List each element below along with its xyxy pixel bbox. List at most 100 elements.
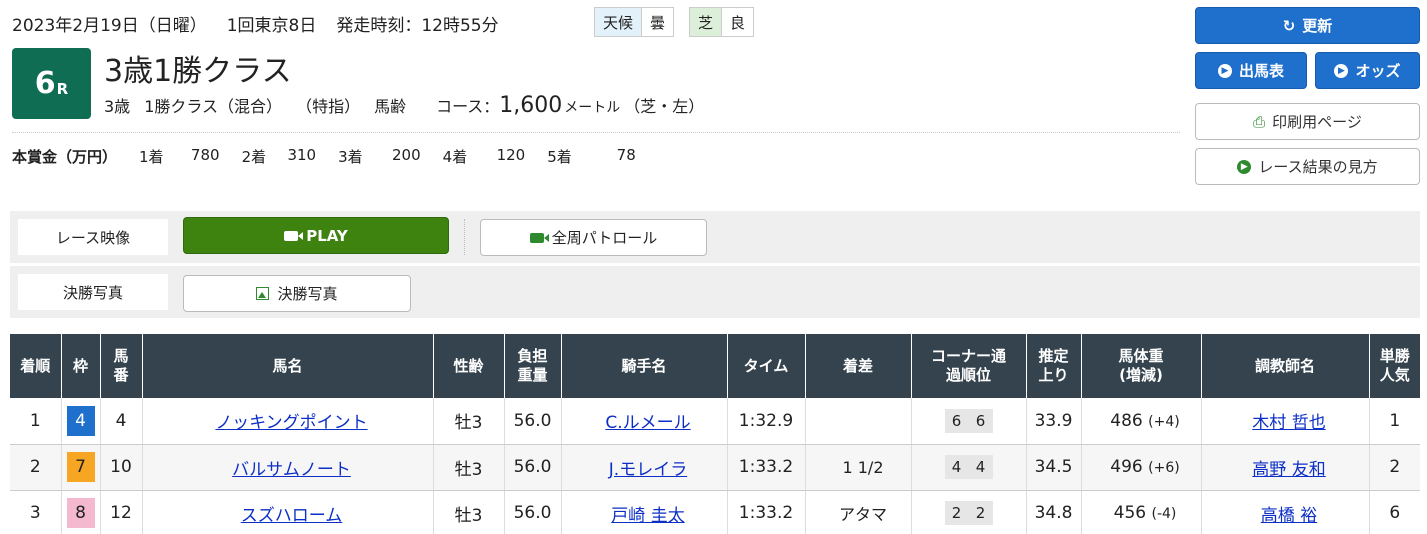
place-cell: 3 xyxy=(10,490,62,534)
corner-cell: 44 xyxy=(911,444,1027,491)
patrol-label: 全周パトロール xyxy=(551,229,658,247)
race-video-label: レース映像 xyxy=(18,219,168,255)
prize-place: 2着 xyxy=(241,148,267,166)
finish-photo-button[interactable]: 決勝写真 xyxy=(183,275,411,312)
prize-place: 1着 xyxy=(139,148,164,166)
header-divider xyxy=(12,132,1180,133)
popularity-cell: 2 xyxy=(1369,444,1420,491)
popularity-cell: 6 xyxy=(1369,490,1420,534)
col-header-popularity: 単勝人気 xyxy=(1369,334,1420,398)
corner-position: 4 xyxy=(975,458,986,476)
body-weight: 456 xyxy=(1113,503,1147,523)
print-page-button[interactable]: ⎙ 印刷用ページ xyxy=(1195,103,1420,140)
time-cell: 1:33.2 xyxy=(727,444,806,491)
entries-label: 出馬表 xyxy=(1238,62,1284,80)
prize-place: 3着 xyxy=(338,148,363,166)
waku-badge: 8 xyxy=(66,498,95,528)
jockey-cell: C.ルメール xyxy=(561,398,728,445)
horse-name-link[interactable]: スズハローム xyxy=(241,506,343,526)
waku-cell: 4 xyxy=(61,398,101,445)
corner-positions: 66 xyxy=(944,408,993,433)
waku-cell: 8 xyxy=(61,490,101,534)
horse-number-cell: 10 xyxy=(100,444,143,491)
horse-number-cell: 4 xyxy=(100,398,143,445)
col-header-last3f: 推定上り xyxy=(1026,334,1082,398)
col-header-jockey: 騎手名 xyxy=(561,334,728,398)
time-cell: 1:33.2 xyxy=(727,490,806,534)
track-label: 芝 xyxy=(690,8,722,36)
race-age: 3歳 xyxy=(104,97,131,116)
horse-name-cell: バルサムノート xyxy=(142,444,434,491)
body-weight: 486 xyxy=(1110,410,1143,431)
trainer-cell: 高野 友和 xyxy=(1201,444,1370,491)
print-label: 印刷用ページ xyxy=(1272,113,1362,131)
race-number: 6 xyxy=(34,66,56,101)
race-conditions: 3歳 1勝クラス（混合） （特指） 馬齢 コース： 1,600 メートル （芝・… xyxy=(104,93,718,118)
horse-name-link[interactable]: ノッキングポイント xyxy=(215,413,367,433)
odds-button[interactable]: ▶ オッズ xyxy=(1315,52,1420,89)
weight-cell: 56.0 xyxy=(504,490,562,534)
waku-badge: 4 xyxy=(66,405,95,436)
horse-number-cell: 12 xyxy=(100,490,143,534)
patrol-video-button[interactable]: 全周パトロール xyxy=(480,219,707,256)
sex-age-cell: 牡3 xyxy=(433,444,505,491)
jockey-link[interactable]: J.モレイラ xyxy=(609,460,687,480)
last3f-cell: 33.9 xyxy=(1026,398,1082,445)
horse-name-cell: ノッキングポイント xyxy=(142,398,434,445)
race-special: （特指） xyxy=(296,97,361,116)
sex-age-cell: 牡3 xyxy=(433,490,505,534)
popularity-cell: 1 xyxy=(1369,398,1420,445)
jockey-cell: 戸崎 圭太 xyxy=(561,490,728,534)
corner-position: 6 xyxy=(975,411,986,430)
jockey-link[interactable]: C.ルメール xyxy=(605,413,690,433)
corner-positions: 22 xyxy=(944,501,993,525)
waku-badge: 7 xyxy=(66,452,95,482)
prize-label: 本賞金（万円） xyxy=(12,148,118,166)
chevron-right-icon: ▶ xyxy=(1334,63,1349,78)
col-header-weight: 負担重量 xyxy=(504,334,562,398)
video-camera-icon xyxy=(284,230,304,241)
body-weight-cell: 496 (+6) xyxy=(1081,444,1202,491)
margin-cell xyxy=(805,398,912,445)
race-title: 3歳1勝クラス xyxy=(104,54,292,89)
track-value: 良 xyxy=(721,8,754,36)
start-time: 発走時刻：12時55分 xyxy=(336,15,499,36)
weather-label: 天候 xyxy=(595,8,642,36)
last3f-cell: 34.5 xyxy=(1026,444,1082,491)
refresh-icon: ↻ xyxy=(1282,16,1296,35)
result-guide-button[interactable]: ▶ レース結果の見方 xyxy=(1195,148,1420,185)
body-weight-diff: (-4) xyxy=(1151,506,1177,522)
jockey-link[interactable]: 戸崎 圭太 xyxy=(611,506,684,526)
printer-icon: ⎙ xyxy=(1253,112,1266,131)
odds-label: オッズ xyxy=(1355,62,1401,80)
track-condition-box: 芝 良 xyxy=(689,7,755,37)
race-date-line: 2023年2月19日（日曜） 1回東京8日 発走時刻：12時55分 xyxy=(12,10,499,36)
corner-position: 2 xyxy=(975,504,986,522)
trainer-link[interactable]: 高橋 裕 xyxy=(1261,506,1317,526)
body-weight-diff: (+4) xyxy=(1148,413,1180,430)
body-weight: 496 xyxy=(1110,457,1143,477)
race-date: 2023年2月19日（日曜） xyxy=(12,15,207,36)
refresh-button[interactable]: ↻ 更新 xyxy=(1195,7,1420,44)
race-video-row: レース映像 PLAY 全周パトロール xyxy=(10,211,1420,263)
finish-photo-row: 決勝写真 決勝写真 xyxy=(10,266,1420,318)
horse-name-link[interactable]: バルサムノート xyxy=(232,460,351,480)
place-cell: 1 xyxy=(10,398,62,445)
trainer-cell: 高橋 裕 xyxy=(1201,490,1370,534)
col-header-body-weight: 馬体重(増減) xyxy=(1081,334,1202,398)
col-header-waku: 枠 xyxy=(61,334,101,398)
guide-label: レース結果の見方 xyxy=(1258,158,1378,176)
margin-cell: 1 1/2 xyxy=(805,444,912,491)
play-button[interactable]: PLAY xyxy=(183,217,449,254)
prize-place: 4着 xyxy=(442,148,468,166)
trainer-link[interactable]: 高野 友和 xyxy=(1252,460,1325,480)
table-header-row: 着順 枠 馬番 馬名 性齢 負担重量 騎手名 タイム 着差 コーナー通過順位 推… xyxy=(10,334,1420,398)
chevron-right-icon: ▶ xyxy=(1237,159,1252,174)
col-header-margin: 着差 xyxy=(805,334,912,398)
race-number-badge: 6 R xyxy=(12,48,91,119)
race-distance: 1,600 xyxy=(499,93,563,118)
corner-cell: 66 xyxy=(911,398,1027,445)
trainer-link[interactable]: 木村 哲也 xyxy=(1252,413,1325,433)
entries-button[interactable]: ▶ 出馬表 xyxy=(1195,52,1307,89)
finish-photo-label: 決勝写真 xyxy=(18,274,168,310)
